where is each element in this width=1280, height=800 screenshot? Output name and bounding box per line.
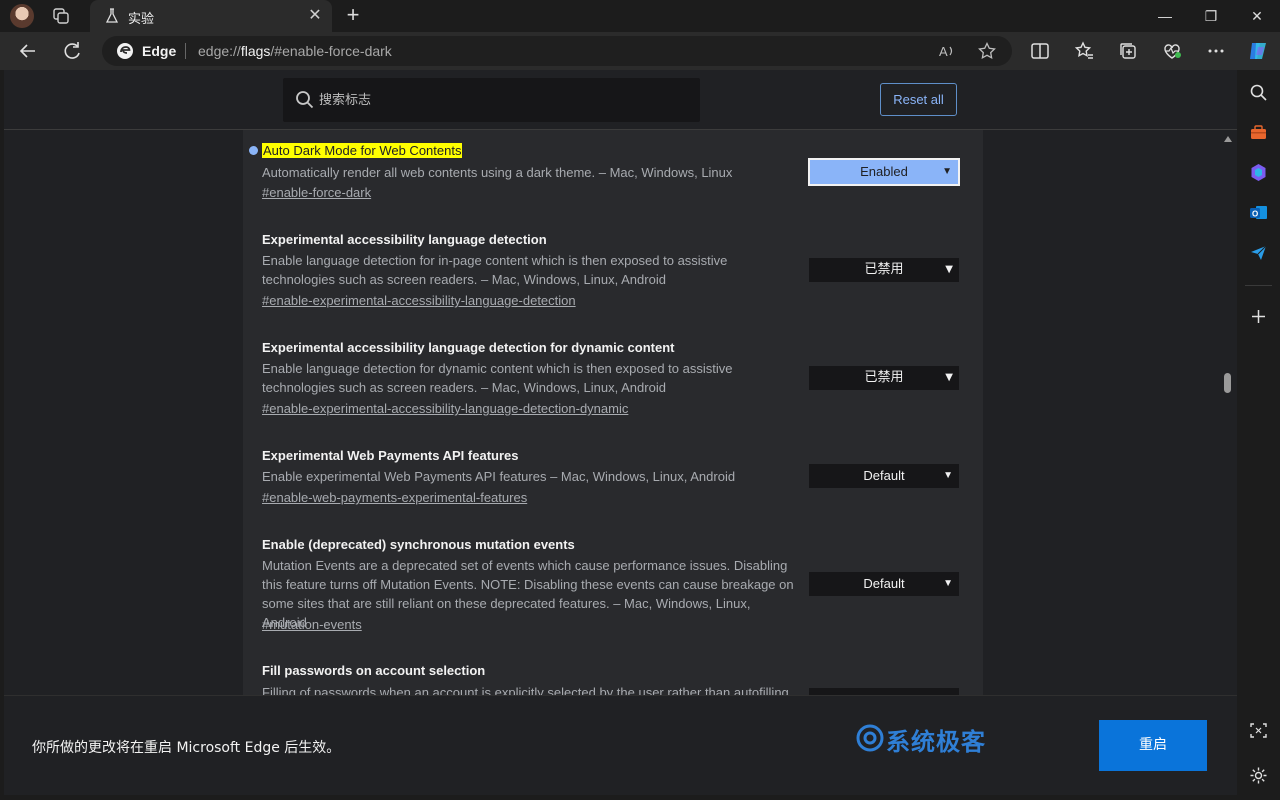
scroll-up-arrow-icon[interactable] xyxy=(1224,136,1232,142)
collections-icon[interactable] xyxy=(1116,39,1140,63)
search-icon xyxy=(295,90,315,110)
flask-icon xyxy=(104,8,120,24)
edge-brand-label: Edge xyxy=(142,43,177,59)
edge-logo-icon xyxy=(116,42,134,60)
scrollbar[interactable] xyxy=(1219,130,1237,695)
flag-description: Enable experimental Web Payments API fea… xyxy=(262,469,736,484)
flag-description: Enable language detection for dynamic co… xyxy=(262,361,733,395)
chevron-down-icon: ▼ xyxy=(943,578,953,589)
minimize-button[interactable]: — xyxy=(1142,0,1188,32)
send-icon[interactable] xyxy=(1249,243,1268,262)
svg-text:O: O xyxy=(1252,210,1258,219)
flag-state-select[interactable]: 已禁用 ▼ xyxy=(809,258,959,282)
flag-description: Automatically render all web contents us… xyxy=(262,165,733,180)
read-aloud-icon[interactable]: A xyxy=(938,42,956,60)
flag-title: Auto Dark Mode for Web Contents xyxy=(262,143,463,158)
reset-all-button[interactable]: Reset all xyxy=(880,83,957,116)
watermark-logo-icon xyxy=(856,724,884,752)
copilot-designer-icon[interactable] xyxy=(1249,163,1268,182)
flags-list: Auto Dark Mode for Web Contents Automati… xyxy=(243,130,983,695)
flag-state-select[interactable]: Default ▼ xyxy=(809,572,959,596)
restart-button[interactable]: 重启 xyxy=(1099,720,1207,771)
url-text[interactable]: edge://flags/#enable-force-dark xyxy=(198,43,392,59)
flag-state-select[interactable]: 已禁用 ▼ xyxy=(809,366,959,390)
search-icon[interactable] xyxy=(1249,83,1268,102)
flag-description: Enable language detection for in-page co… xyxy=(262,253,728,287)
settings-gear-icon[interactable] xyxy=(1249,766,1268,785)
tab-actions-icon[interactable] xyxy=(50,6,72,26)
edge-sidebar: O xyxy=(1237,70,1280,800)
tools-icon[interactable] xyxy=(1249,123,1268,142)
back-arrow-icon[interactable] xyxy=(16,39,40,63)
chevron-down-icon: ▼ xyxy=(945,372,953,383)
search-box[interactable] xyxy=(283,78,700,122)
address-bar[interactable]: Edge edge://flags/#enable-force-dark A xyxy=(102,36,1012,66)
browser-essentials-icon[interactable] xyxy=(1160,39,1184,63)
active-tab[interactable]: 实验 ✕ xyxy=(90,0,332,32)
flag-link[interactable]: #enable-web-payments-experimental-featur… xyxy=(262,490,527,505)
favorites-icon[interactable] xyxy=(1072,39,1096,63)
flag-title: Experimental accessibility language dete… xyxy=(262,232,547,247)
outlook-icon[interactable]: O xyxy=(1249,203,1268,222)
chevron-down-icon: ▼ xyxy=(945,264,953,275)
watermark-text: 系统极客 xyxy=(886,728,986,756)
chevron-down-icon: ▼ xyxy=(943,470,953,481)
flag-link[interactable]: #enable-experimental-accessibility-langu… xyxy=(262,293,576,308)
flag-state-select[interactable]: Default ▼ xyxy=(809,464,959,488)
more-menu-icon[interactable] xyxy=(1204,39,1228,63)
modified-indicator xyxy=(249,146,258,155)
new-tab-button[interactable]: + xyxy=(342,4,364,27)
window-close-button[interactable]: ✕ xyxy=(1234,0,1280,32)
navigation-bar: Edge edge://flags/#enable-force-dark A xyxy=(0,32,1280,70)
search-input[interactable] xyxy=(319,78,689,122)
flags-header: Reset all xyxy=(4,70,1237,130)
favorite-star-icon[interactable] xyxy=(978,41,996,60)
flag-state-select[interactable] xyxy=(809,688,959,695)
flag-title: Experimental Web Payments API features xyxy=(262,448,519,463)
copilot-icon[interactable] xyxy=(1246,39,1270,63)
flag-link[interactable]: #enable-experimental-accessibility-langu… xyxy=(262,401,628,416)
window-bottom-edge xyxy=(0,795,1237,800)
flag-title: Experimental accessibility language dete… xyxy=(262,340,675,355)
sidebar-divider xyxy=(1245,285,1272,286)
screenshot-icon[interactable] xyxy=(1249,721,1268,740)
flag-title: Enable (deprecated) synchronous mutation… xyxy=(262,537,575,552)
flag-link[interactable]: #enable-force-dark xyxy=(262,185,371,200)
flag-state-select[interactable]: Enabled ▼ xyxy=(808,158,960,186)
omnibox-divider xyxy=(185,43,186,59)
profile-avatar[interactable] xyxy=(10,4,34,28)
scroll-thumb[interactable] xyxy=(1224,373,1231,393)
title-bar: 实验 ✕ + — ❐ ✕ xyxy=(0,0,1280,32)
restore-button[interactable]: ❐ xyxy=(1188,0,1234,32)
svg-text:A: A xyxy=(939,44,948,59)
chevron-down-icon: ▼ xyxy=(942,166,952,177)
flags-page: Reset all Auto Dark Mode for Web Content… xyxy=(4,70,1237,695)
refresh-icon[interactable] xyxy=(60,39,84,63)
flag-link[interactable]: #mutation-events xyxy=(262,617,362,632)
restart-bar: 你所做的更改将在重启 Microsoft Edge 后生效。 系统极客 重启 xyxy=(4,695,1237,795)
tab-title: 实验 xyxy=(128,11,155,26)
split-screen-icon[interactable] xyxy=(1028,39,1052,63)
add-icon[interactable] xyxy=(1249,307,1268,326)
flag-description: Filling of passwords when an account is … xyxy=(262,685,789,695)
restart-message: 你所做的更改将在重启 Microsoft Edge 后生效。 xyxy=(32,740,341,756)
tab-close-icon[interactable]: ✕ xyxy=(306,7,324,25)
flag-title: Fill passwords on account selection xyxy=(262,663,486,678)
